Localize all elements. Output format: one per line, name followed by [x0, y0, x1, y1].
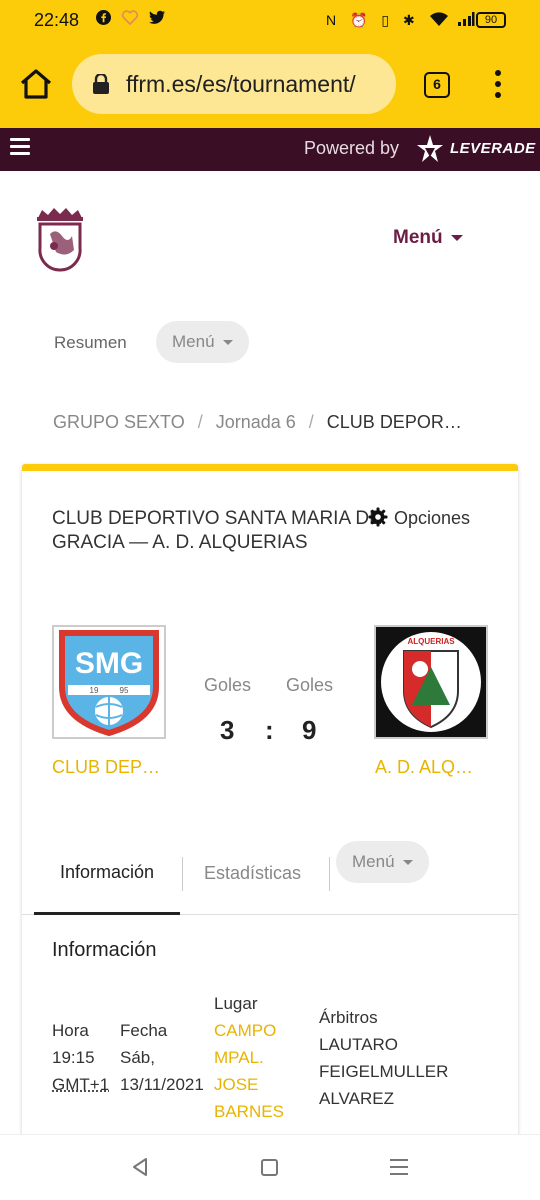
tab-estadisticas[interactable]: Estadísticas	[204, 863, 301, 884]
tab-resumen[interactable]: Resumen	[54, 333, 127, 353]
tab-divider	[329, 857, 330, 891]
facebook-icon	[96, 10, 111, 25]
browser-menu-button[interactable]	[488, 68, 508, 102]
arbitro-line: ALVAREZ	[319, 1089, 394, 1108]
chevron-down-icon	[222, 340, 233, 346]
fecha-value: 13/11/2021	[120, 1075, 204, 1094]
hora-label: Hora	[52, 1021, 89, 1040]
info-hora: Hora 19:15 GMT+1	[52, 1017, 109, 1098]
away-logo-text: ALQUERIAS	[407, 637, 455, 646]
arbitros-label: Árbitros	[319, 1008, 378, 1027]
signal-icon	[458, 12, 475, 26]
away-team-logo[interactable]: ALQUERIAS	[374, 625, 488, 739]
fecha-label: Fecha	[120, 1021, 168, 1040]
leverade-bar: Powered by LEVERADE	[0, 128, 540, 171]
home-logo-year-right: 95	[120, 686, 129, 695]
info-lugar: Lugar CAMPO MPAL. JOSE BARNES	[214, 990, 284, 1125]
home-team-logo[interactable]: SMG 19 95	[52, 625, 166, 739]
wifi-icon	[429, 12, 448, 26]
tab-informacion[interactable]: Información	[34, 847, 180, 915]
lugar-line: CAMPO	[214, 1021, 277, 1040]
leverade-brand[interactable]: LEVERADE	[450, 140, 536, 157]
breadcrumb-round[interactable]: Jornada 6	[216, 412, 296, 432]
site-menu-button[interactable]: Menú	[393, 227, 463, 249]
heart-icon	[122, 10, 139, 26]
lugar-label: Lugar	[214, 994, 258, 1013]
home-icon	[20, 69, 52, 99]
url-text: ffrm.es/es/tournament/	[126, 71, 356, 97]
system-icons: N ⏰ ▯ ✱	[326, 11, 475, 29]
tab-switcher-button[interactable]: 6	[424, 72, 450, 98]
battery-indicator: 90	[476, 12, 506, 28]
federation-logo[interactable]	[30, 206, 90, 274]
gear-icon	[368, 507, 388, 527]
home-logo-text: SMG	[75, 647, 143, 680]
hora-value: 19:15	[52, 1048, 95, 1067]
browser-home-button[interactable]	[18, 66, 54, 102]
kebab-dot	[495, 92, 501, 98]
lugar-line: BARNES	[214, 1102, 284, 1121]
home-logo-year-left: 19	[90, 686, 99, 695]
leverade-star-icon	[417, 135, 443, 162]
powered-by-label: Powered by	[304, 138, 400, 158]
home-goals-label: Goles	[204, 675, 252, 695]
score-separator: :	[265, 715, 274, 745]
tab-divider	[182, 857, 183, 891]
notification-icons	[96, 10, 166, 27]
subnav-menu-dropdown[interactable]: Menú	[156, 321, 249, 363]
hamburger-menu-icon[interactable]	[10, 138, 30, 156]
away-score: 9	[302, 715, 317, 745]
fecha-day: Sáb,	[120, 1048, 155, 1067]
home-team-name[interactable]: CLUB DEP…	[52, 757, 160, 778]
kebab-dot	[495, 70, 501, 76]
lugar-line: JOSE	[214, 1075, 259, 1094]
subnav-menu-label: Menú	[172, 332, 215, 351]
breadcrumb-group[interactable]: GRUPO SEXTO	[53, 412, 185, 432]
info-arbitros: Árbitros LAUTARO FEIGELMULLER ALVAREZ	[319, 1004, 448, 1112]
tabs-menu-label: Menú	[352, 852, 395, 871]
timezone: GMT+1	[52, 1075, 110, 1094]
match-tabs: Información Estadísticas Menú	[22, 841, 518, 915]
match-card: CLUB DEPORTIVO SANTA MARIA DE GRACIA — A…	[22, 464, 518, 1144]
recents-icon[interactable]	[390, 1159, 408, 1177]
status-bar: 22:48 N ⏰ ▯ ✱ 90	[0, 0, 540, 40]
home-score: 3	[220, 715, 235, 745]
lugar-value[interactable]: CAMPO MPAL. JOSE BARNES	[214, 1017, 284, 1125]
chevron-down-icon	[450, 234, 463, 241]
vibrate-icon: ▯	[381, 12, 395, 28]
chevron-down-icon	[402, 860, 413, 866]
arbitro-line: LAUTARO	[319, 1035, 399, 1054]
nfc-icon: N	[326, 12, 342, 28]
lock-icon	[93, 74, 109, 94]
alarm-icon: ⏰	[350, 12, 373, 28]
breadcrumb-separator: /	[308, 412, 314, 432]
away-team-name[interactable]: A. D. ALQ…	[375, 757, 473, 778]
options-button[interactable]: Opciones	[368, 507, 470, 529]
breadcrumb-current: CLUB DEPOR…	[326, 412, 462, 432]
breadcrumb-separator: /	[197, 412, 203, 432]
kebab-dot	[495, 81, 501, 87]
site-menu-label: Menú	[393, 227, 443, 248]
system-nav-bar	[0, 1134, 540, 1200]
status-time: 22:48	[34, 10, 80, 30]
twitter-icon	[149, 10, 166, 24]
home-nav-icon[interactable]	[261, 1159, 278, 1176]
tabs-menu-dropdown[interactable]: Menú	[336, 841, 429, 883]
options-label: Opciones	[394, 508, 471, 528]
arbitro-line: FEIGELMULLER	[319, 1062, 449, 1081]
back-icon[interactable]	[130, 1157, 150, 1177]
address-bar[interactable]: ffrm.es/es/tournament/	[72, 54, 396, 114]
breadcrumb: GRUPO SEXTO / Jornada 6 / CLUB DEPOR…	[53, 412, 462, 433]
lugar-line: MPAL.	[214, 1048, 264, 1067]
info-fecha: Fecha Sáb, 13/11/2021	[120, 1017, 204, 1098]
bluetooth-icon: ✱	[402, 12, 420, 28]
away-goals-label: Goles	[286, 675, 334, 695]
info-heading: Información	[52, 939, 157, 961]
